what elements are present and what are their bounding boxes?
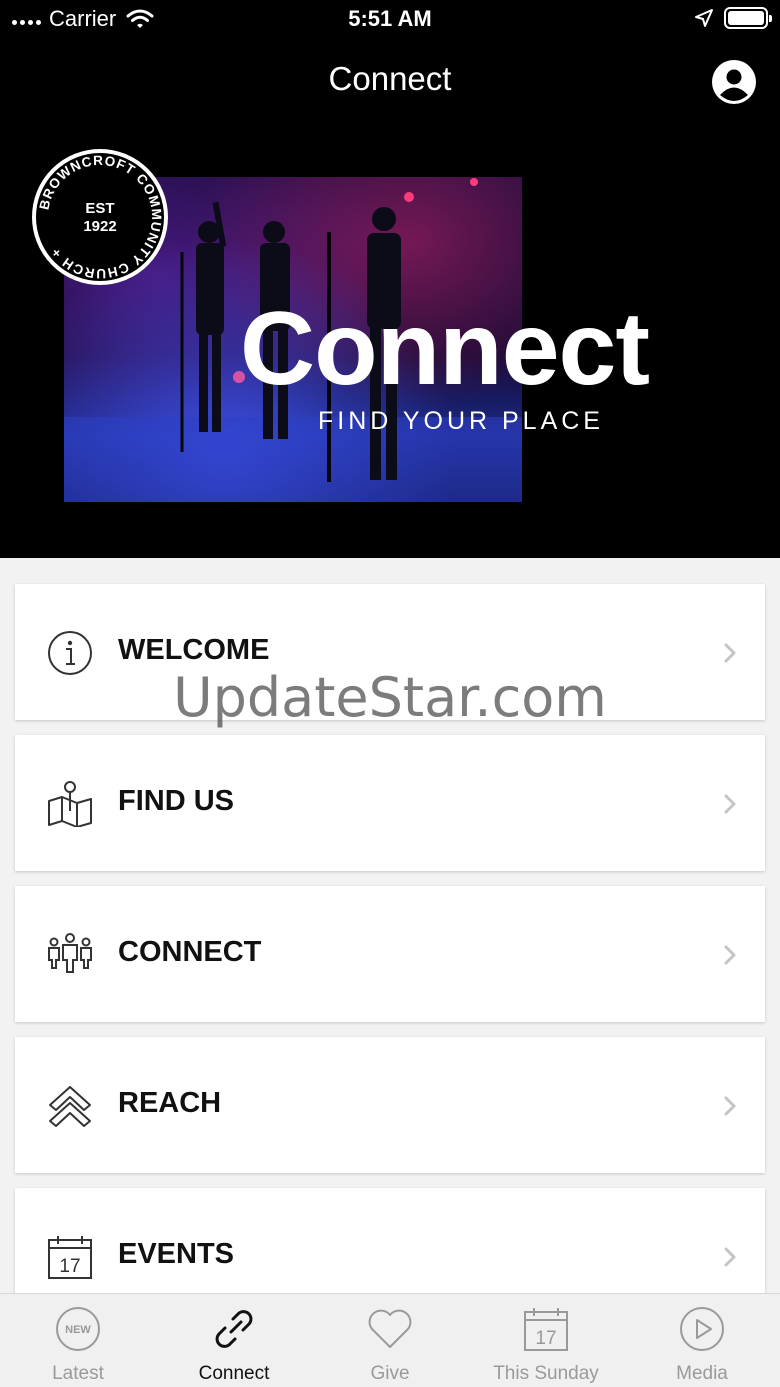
tab-bar: NEW Latest Connect Give 17 This Sunday M… (0, 1293, 780, 1387)
play-icon (680, 1307, 724, 1351)
profile-button[interactable] (712, 60, 756, 104)
logo-est: EST (85, 200, 114, 217)
menu-item-reach[interactable]: REACH (15, 1037, 765, 1173)
tab-media[interactable]: Media (624, 1294, 780, 1387)
chevron-right-icon (724, 1247, 736, 1267)
menu-item-find-us[interactable]: FIND US (15, 735, 765, 871)
tab-give[interactable]: Give (312, 1294, 468, 1387)
tab-label: Connect (198, 1363, 270, 1384)
calendar-day: 17 (535, 1328, 556, 1349)
tab-label: Give (370, 1363, 410, 1384)
link-icon (215, 1310, 253, 1348)
menu-item-label: CONNECT (118, 936, 262, 968)
tab-latest[interactable]: NEW Latest (0, 1294, 156, 1387)
calendar-icon: 17 (48, 1236, 92, 1279)
status-time: 5:51 AM (348, 6, 432, 31)
hero-title: Connect (240, 291, 650, 407)
map-pin-icon (48, 781, 92, 827)
tab-label: Latest (52, 1363, 104, 1384)
svg-text:17: 17 (59, 1256, 80, 1277)
status-bar: Carrier 5:51 AM (0, 0, 780, 40)
navigation-bar: Connect (0, 40, 780, 122)
hero-banner: BROWNCROFT COMMUNITY CHURCH + EST 1922 C… (0, 122, 780, 558)
tab-label: Media (676, 1363, 728, 1384)
new-badge-icon: NEW (56, 1307, 100, 1351)
heart-icon (368, 1309, 412, 1348)
battery-icon (724, 7, 772, 29)
tab-label: This Sunday (493, 1363, 599, 1384)
menu-item-label: EVENTS (118, 1238, 235, 1270)
people-icon (48, 933, 92, 973)
user-icon (714, 62, 754, 102)
tab-this-sunday[interactable]: 17 This Sunday (468, 1294, 624, 1387)
page-title: Connect (328, 60, 452, 97)
chevron-right-icon (724, 945, 736, 965)
double-chevron-up-icon (49, 1086, 91, 1127)
church-logo: BROWNCROFT COMMUNITY CHURCH + EST 1922 (32, 149, 168, 285)
hero-subtitle: FIND YOUR PLACE (318, 407, 604, 435)
logo-year: 1922 (83, 218, 116, 235)
menu-item-label: WELCOME (118, 634, 270, 666)
menu-item-label: FIND US (118, 785, 234, 817)
new-badge-text: NEW (65, 1324, 91, 1336)
chevron-right-icon (724, 643, 736, 663)
tab-connect[interactable]: Connect (156, 1294, 312, 1387)
calendar-icon: 17 (524, 1308, 568, 1351)
menu-item-connect[interactable]: CONNECT (15, 886, 765, 1022)
location-arrow-icon (695, 9, 713, 27)
menu-item-label: REACH (118, 1087, 222, 1119)
chevron-right-icon (724, 1096, 736, 1116)
watermark: UpdateStar.com (173, 666, 607, 729)
chevron-right-icon (724, 794, 736, 814)
